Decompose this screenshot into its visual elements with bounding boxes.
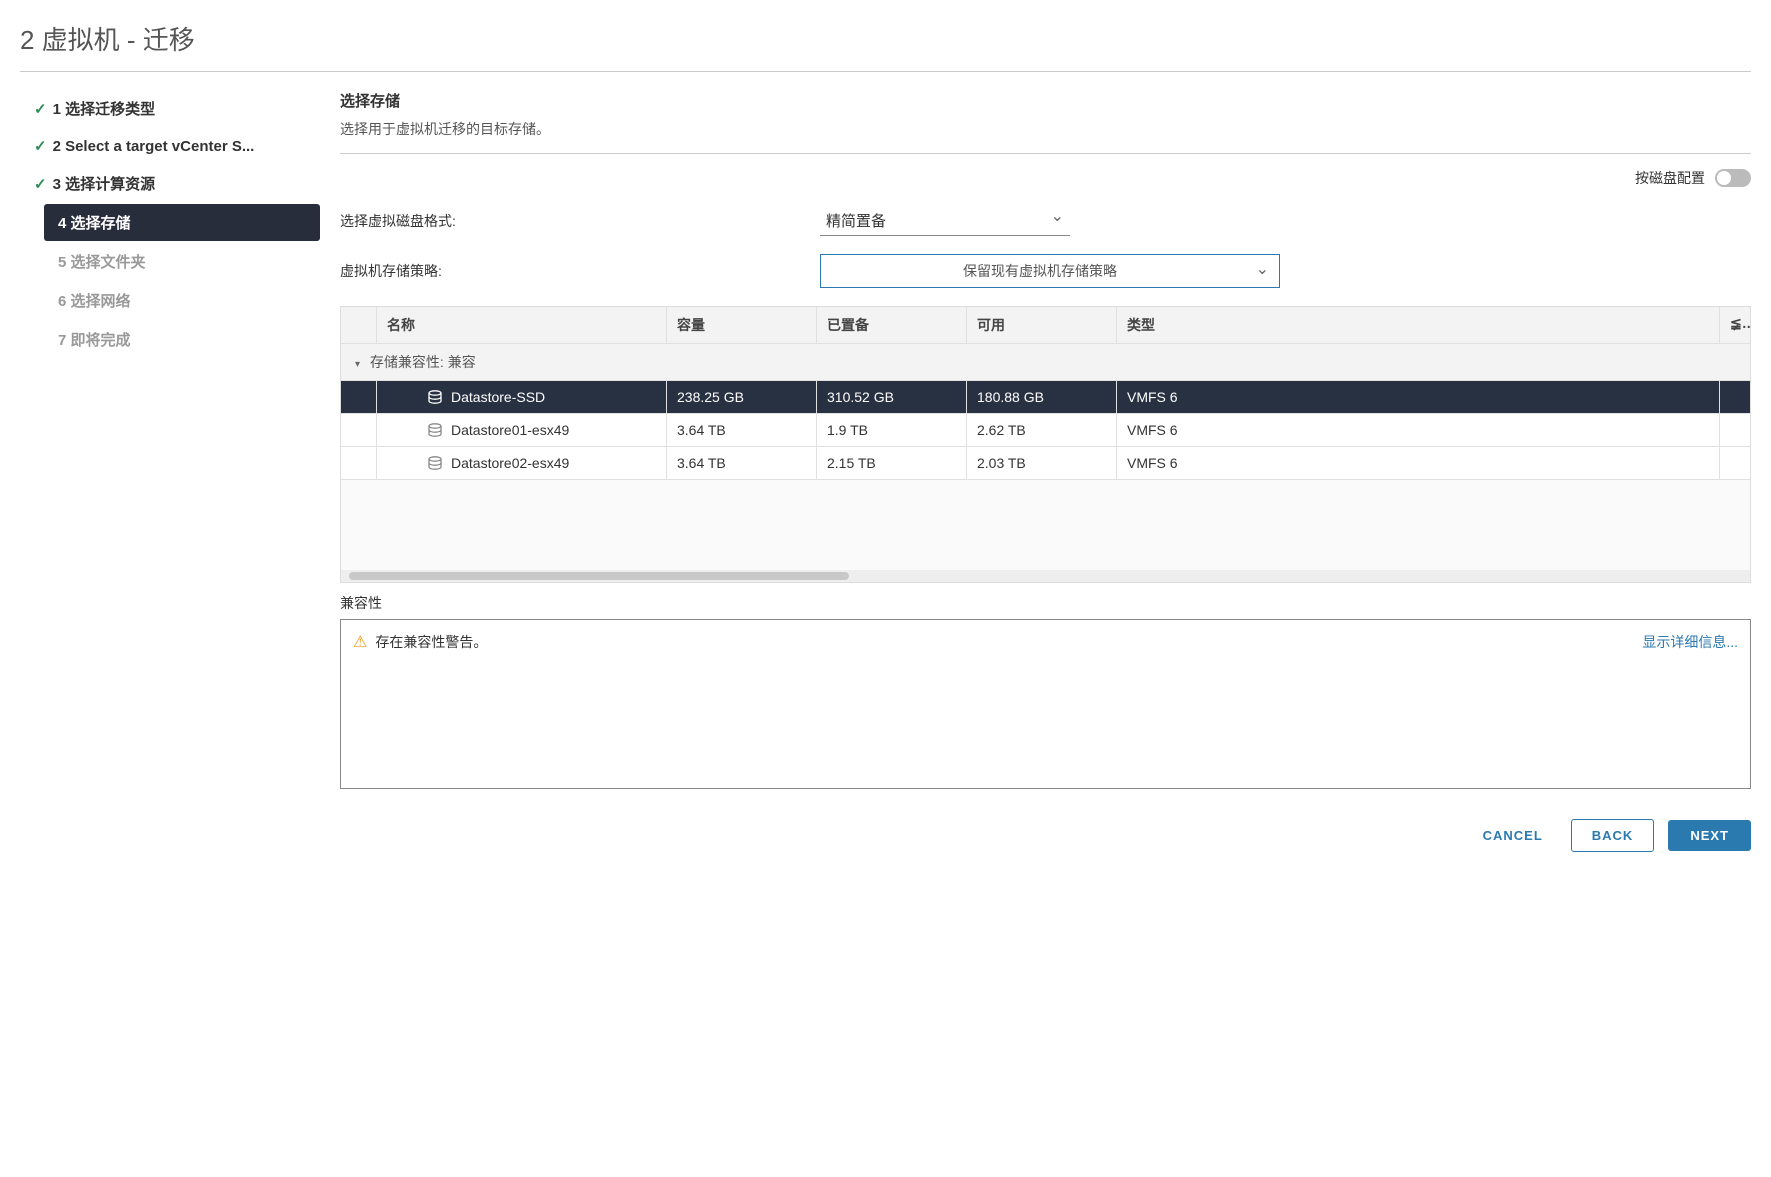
- step-1[interactable]: ✓ 1 选择迁移类型: [20, 90, 320, 127]
- disk-format-label: 选择虚拟磁盘格式:: [340, 211, 820, 231]
- storage-policy-label: 虚拟机存储策略:: [340, 261, 820, 281]
- row-extra: [1720, 381, 1750, 413]
- step-label: 1 选择迁移类型: [53, 98, 156, 119]
- disk-format-select[interactable]: 精简置备: [820, 206, 1070, 236]
- compat-box: ⚠ 存在兼容性警告。 显示详细信息...: [340, 619, 1751, 789]
- storage-policy-select[interactable]: 保留现有虚拟机存储策略: [820, 254, 1280, 288]
- main-panel: 选择存储 选择用于虚拟机迁移的目标存储。 按磁盘配置 选择虚拟磁盘格式: 精简置…: [340, 90, 1751, 852]
- datastore-icon: [427, 389, 443, 405]
- step-6: 6 选择网络: [44, 282, 320, 319]
- caret-down-icon: ▾: [355, 359, 360, 370]
- cancel-button[interactable]: CANCEL: [1469, 820, 1557, 851]
- ds-provisioned: 2.15 TB: [817, 447, 967, 479]
- step-3[interactable]: ✓ 3 选择计算资源: [20, 165, 320, 202]
- ds-name: Datastore02-esx49: [451, 455, 569, 471]
- ds-capacity: 238.25 GB: [667, 381, 817, 413]
- step-2[interactable]: ✓ 2 Select a target vCenter S...: [20, 129, 320, 163]
- dialog-title: 2 虚拟机 - 迁移: [20, 20, 1751, 72]
- next-button[interactable]: NEXT: [1668, 820, 1751, 851]
- show-details-link[interactable]: 显示详细信息...: [1642, 632, 1738, 652]
- table-row[interactable]: Datastore01-esx49 3.64 TB 1.9 TB 2.62 TB…: [341, 414, 1750, 447]
- ds-type: VMFS 6: [1117, 381, 1720, 413]
- row-spacer: [341, 381, 377, 413]
- group-label: 存储兼容性: 兼容: [370, 354, 476, 370]
- grid-empty-space: [341, 480, 1750, 570]
- ds-capacity: 3.64 TB: [667, 447, 817, 479]
- horizontal-scrollbar[interactable]: [341, 570, 1750, 582]
- ds-provisioned: 1.9 TB: [817, 414, 967, 446]
- datastore-icon: [427, 455, 443, 471]
- row-extra: [1720, 447, 1750, 479]
- wizard-steps: ✓ 1 选择迁移类型 ✓ 2 Select a target vCenter S…: [20, 90, 320, 852]
- step-7: 7 即将完成: [44, 321, 320, 358]
- table-row[interactable]: Datastore02-esx49 3.64 TB 2.15 TB 2.03 T…: [341, 447, 1750, 480]
- ds-provisioned: 310.52 GB: [817, 381, 967, 413]
- ds-type: VMFS 6: [1117, 414, 1720, 446]
- section-desc: 选择用于虚拟机迁移的目标存储。: [340, 119, 1751, 154]
- check-icon: ✓: [34, 175, 47, 193]
- ds-free: 2.62 TB: [967, 414, 1117, 446]
- step-5: 5 选择文件夹: [44, 243, 320, 280]
- step-label: 3 选择计算资源: [53, 173, 156, 194]
- datastore-grid: 名称 容量 已置备 可用 类型 ≨ ▾ 存储兼容性: 兼容 Datastore-…: [340, 306, 1751, 583]
- ds-free: 180.88 GB: [967, 381, 1117, 413]
- back-button[interactable]: BACK: [1571, 819, 1655, 852]
- dialog-footer: CANCEL BACK NEXT: [340, 819, 1751, 852]
- col-name[interactable]: 名称: [377, 307, 667, 343]
- step-label: 2 Select a target vCenter S...: [53, 138, 255, 155]
- col-spacer: [341, 307, 377, 343]
- compat-label: 兼容性: [340, 593, 1751, 613]
- ds-free: 2.03 TB: [967, 447, 1117, 479]
- step-4[interactable]: 4 选择存储: [44, 204, 320, 241]
- col-provisioned[interactable]: 已置备: [817, 307, 967, 343]
- warning-icon: ⚠: [353, 632, 367, 652]
- row-extra: [1720, 414, 1750, 446]
- col-free[interactable]: 可用: [967, 307, 1117, 343]
- ds-capacity: 3.64 TB: [667, 414, 817, 446]
- compat-message: 存在兼容性警告。: [375, 632, 487, 652]
- step-label: 4 选择存储: [58, 212, 131, 233]
- section-title: 选择存储: [340, 90, 1751, 111]
- datastore-icon: [427, 422, 443, 438]
- ds-type: VMFS 6: [1117, 447, 1720, 479]
- step-label: 7 即将完成: [58, 329, 131, 350]
- col-capacity[interactable]: 容量: [667, 307, 817, 343]
- grid-header: 名称 容量 已置备 可用 类型 ≨: [341, 307, 1750, 344]
- step-label: 6 选择网络: [58, 290, 131, 311]
- step-label: 5 选择文件夹: [58, 251, 146, 272]
- toggle-knob: [1717, 171, 1731, 185]
- check-icon: ✓: [34, 137, 47, 155]
- ds-name: Datastore01-esx49: [451, 422, 569, 438]
- grid-group[interactable]: ▾ 存储兼容性: 兼容: [341, 344, 1750, 381]
- check-icon: ✓: [34, 100, 47, 118]
- per-disk-toggle[interactable]: [1715, 169, 1751, 187]
- col-extra[interactable]: ≨: [1720, 307, 1750, 343]
- scrollbar-thumb[interactable]: [349, 572, 849, 580]
- row-spacer: [341, 414, 377, 446]
- toggle-label: 按磁盘配置: [1635, 168, 1705, 188]
- row-spacer: [341, 447, 377, 479]
- col-type[interactable]: 类型: [1117, 307, 1720, 343]
- table-row[interactable]: Datastore-SSD 238.25 GB 310.52 GB 180.88…: [341, 381, 1750, 414]
- ds-name: Datastore-SSD: [451, 389, 545, 405]
